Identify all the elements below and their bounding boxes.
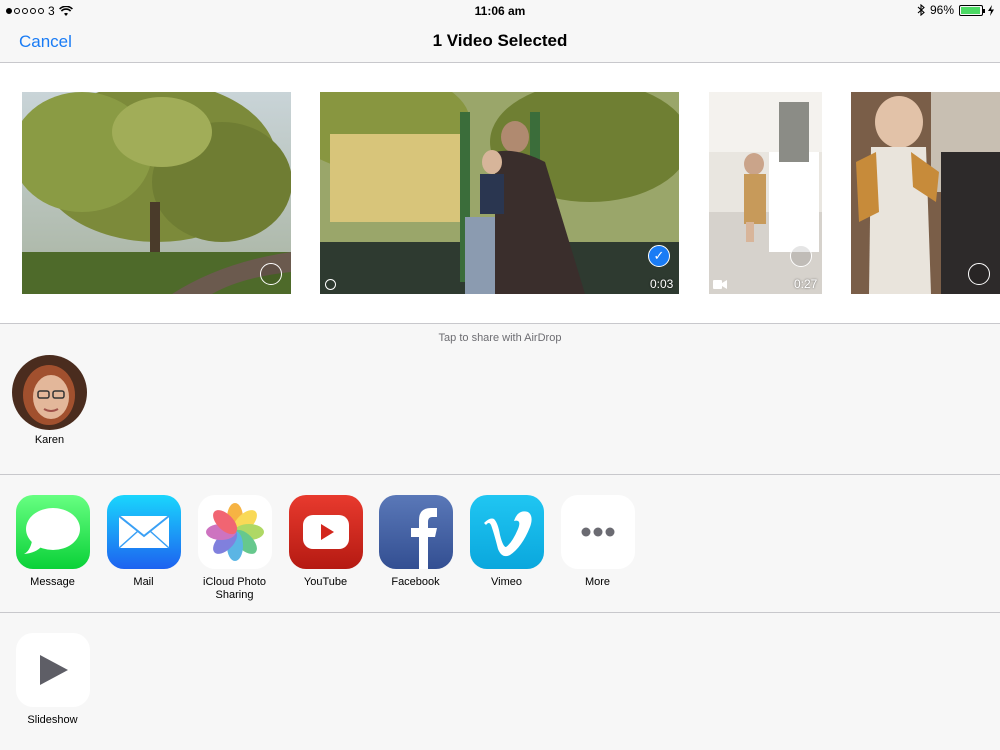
photos-icon <box>197 495 272 569</box>
photo-strip: ✓ 0:03 0:27 <box>0 63 1000 324</box>
facebook-icon <box>378 495 453 569</box>
airdrop-hint: Tap to share with AirDrop <box>438 332 562 344</box>
battery-icon <box>959 4 985 16</box>
avatar <box>12 355 87 430</box>
photo-thumbnail[interactable] <box>851 92 1000 294</box>
app-label: Vimeo <box>491 576 522 588</box>
share-app-mail[interactable]: Mail <box>98 495 189 589</box>
airdrop-contact-name: Karen <box>34 434 65 446</box>
action-label: Slideshow <box>27 714 78 726</box>
app-label: YouTube <box>303 576 348 588</box>
app-label: Message <box>30 576 75 588</box>
cancel-button[interactable]: Cancel <box>19 32 72 52</box>
play-icon <box>15 633 90 707</box>
share-app-facebook[interactable]: Facebook <box>370 495 461 589</box>
share-app-youtube[interactable]: YouTube <box>280 495 371 589</box>
slideshow-action[interactable]: Slideshow <box>7 633 98 727</box>
selected-check-icon[interactable]: ✓ <box>648 245 670 267</box>
vimeo-icon <box>469 495 544 569</box>
selection-circle-icon[interactable] <box>260 263 282 285</box>
battery-percent: 96% <box>929 3 954 17</box>
message-icon <box>15 495 90 569</box>
battery-area: 96% <box>917 3 994 17</box>
selection-circle-icon[interactable] <box>968 263 990 285</box>
video-thumbnail[interactable]: ✓ 0:03 <box>320 92 679 294</box>
share-apps-row: Message Mail iCloud Photo Sharing YouTub… <box>0 475 1000 613</box>
charging-icon <box>988 4 994 16</box>
loading-indicator-icon <box>325 279 336 290</box>
share-app-icloud-photo-sharing[interactable]: iCloud Photo Sharing <box>189 495 280 602</box>
youtube-icon <box>288 495 363 569</box>
photo-thumbnail[interactable] <box>22 92 291 294</box>
share-app-message[interactable]: Message <box>7 495 98 589</box>
airdrop-contact[interactable]: Karen <box>12 355 87 446</box>
app-label: More <box>584 576 611 588</box>
share-app-vimeo[interactable]: Vimeo <box>461 495 552 589</box>
page-title: 1 Video Selected <box>432 31 568 50</box>
navigation-bar: Cancel 1 Video Selected <box>0 22 1000 63</box>
selection-circle-icon[interactable] <box>790 245 812 267</box>
app-label: iCloud Photo Sharing <box>203 576 266 601</box>
video-duration: 0:27 <box>794 277 818 291</box>
video-camera-icon <box>713 280 727 289</box>
app-label: Mail <box>133 576 154 588</box>
more-icon <box>560 495 635 569</box>
app-label: Facebook <box>391 576 440 588</box>
bluetooth-icon <box>917 4 925 16</box>
share-app-more[interactable]: More <box>552 495 643 589</box>
video-duration: 0:03 <box>650 277 674 291</box>
status-bar: 3 11:06 am 96% <box>0 0 1000 22</box>
actions-row: Slideshow <box>0 613 1000 750</box>
airdrop-section: Tap to share with AirDrop Karen <box>0 324 1000 475</box>
video-thumbnail[interactable]: 0:27 <box>709 92 822 294</box>
clock: 11:06 am <box>474 4 526 18</box>
mail-icon <box>106 495 181 569</box>
